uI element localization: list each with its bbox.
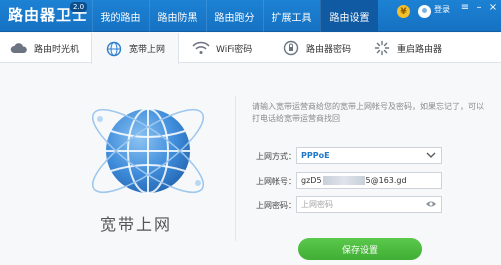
account-label: 上网帐号： bbox=[256, 177, 296, 186]
globe-illustration bbox=[78, 97, 218, 207]
lock-coin-icon bbox=[282, 39, 300, 57]
eye-icon[interactable] bbox=[425, 200, 437, 210]
save-button[interactable]: 保存设置 bbox=[298, 238, 422, 260]
login-link[interactable]: 登录 bbox=[434, 4, 450, 15]
hint-text: 请输入宽带运营商给您的宽带上网帐号及密码，如果忘记了，可以打电话给宽带运营商找回 bbox=[252, 102, 484, 123]
cloud-icon bbox=[10, 39, 28, 57]
top-bar: 路由器卫士 2.0 我的路由 路由防黑 路由跑分 扩展工具 路由设置 ¥ 登录 … bbox=[0, 0, 501, 32]
mode-value: PPPoE bbox=[301, 151, 330, 160]
minimize-button[interactable]: – bbox=[474, 2, 484, 13]
nav-tab-benchmark[interactable]: 路由跑分 bbox=[206, 0, 262, 32]
section-title: 宽带上网 bbox=[100, 215, 173, 234]
account-input[interactable]: gzD5 5@163.gd bbox=[296, 172, 442, 189]
restart-icon bbox=[373, 39, 391, 57]
redacted-blur bbox=[322, 176, 365, 185]
password-label: 上网密码： bbox=[256, 201, 296, 210]
password-input[interactable]: 上网密码 bbox=[296, 196, 442, 213]
close-button[interactable]: × bbox=[488, 2, 498, 13]
wifi-icon bbox=[192, 39, 210, 57]
avatar[interactable] bbox=[418, 5, 431, 18]
subtab-label: 路由时光机 bbox=[34, 44, 80, 55]
nav-tab-anti-hack[interactable]: 路由防黑 bbox=[149, 0, 205, 32]
subtab-restart-router[interactable]: 重启路由器 bbox=[373, 33, 442, 63]
subtab-label: 路由器密码 bbox=[306, 44, 352, 55]
version-badge: 2.0 bbox=[70, 2, 88, 12]
nav-tab-my-router[interactable]: 我的路由 bbox=[92, 0, 148, 32]
account-prefix: gzD5 bbox=[301, 176, 322, 185]
subtab-time-machine[interactable]: 路由时光机 bbox=[10, 33, 79, 63]
menu-icon[interactable]: ≡ bbox=[460, 2, 470, 13]
subtab-label: WiFi密码 bbox=[216, 44, 253, 55]
connection-mode-select[interactable]: PPPoE bbox=[296, 147, 442, 164]
nav-tab-tools[interactable]: 扩展工具 bbox=[263, 0, 319, 32]
subtab-label: 宽带上网 bbox=[128, 45, 165, 55]
nav-tab-settings[interactable]: 路由设置 bbox=[320, 0, 378, 32]
coin-icon[interactable]: ¥ bbox=[397, 5, 410, 18]
subtab-broadband[interactable]: 宽带上网 bbox=[91, 33, 179, 64]
subtab-label: 重启路由器 bbox=[397, 44, 443, 55]
subtab-router-password[interactable]: 路由器密码 bbox=[282, 33, 351, 63]
subtab-wifi-password[interactable]: WiFi密码 bbox=[192, 33, 252, 63]
password-placeholder: 上网密码 bbox=[301, 200, 333, 209]
sub-tab-bar: 路由时光机 宽带上网 WiFi密码 路由器密码 重启路由器 bbox=[0, 33, 501, 64]
chevron-down-icon bbox=[426, 151, 436, 161]
divider bbox=[235, 96, 236, 241]
globe-icon bbox=[105, 40, 123, 58]
account-suffix: 5@163.gd bbox=[365, 176, 407, 185]
mode-label: 上网方式： bbox=[256, 152, 296, 161]
